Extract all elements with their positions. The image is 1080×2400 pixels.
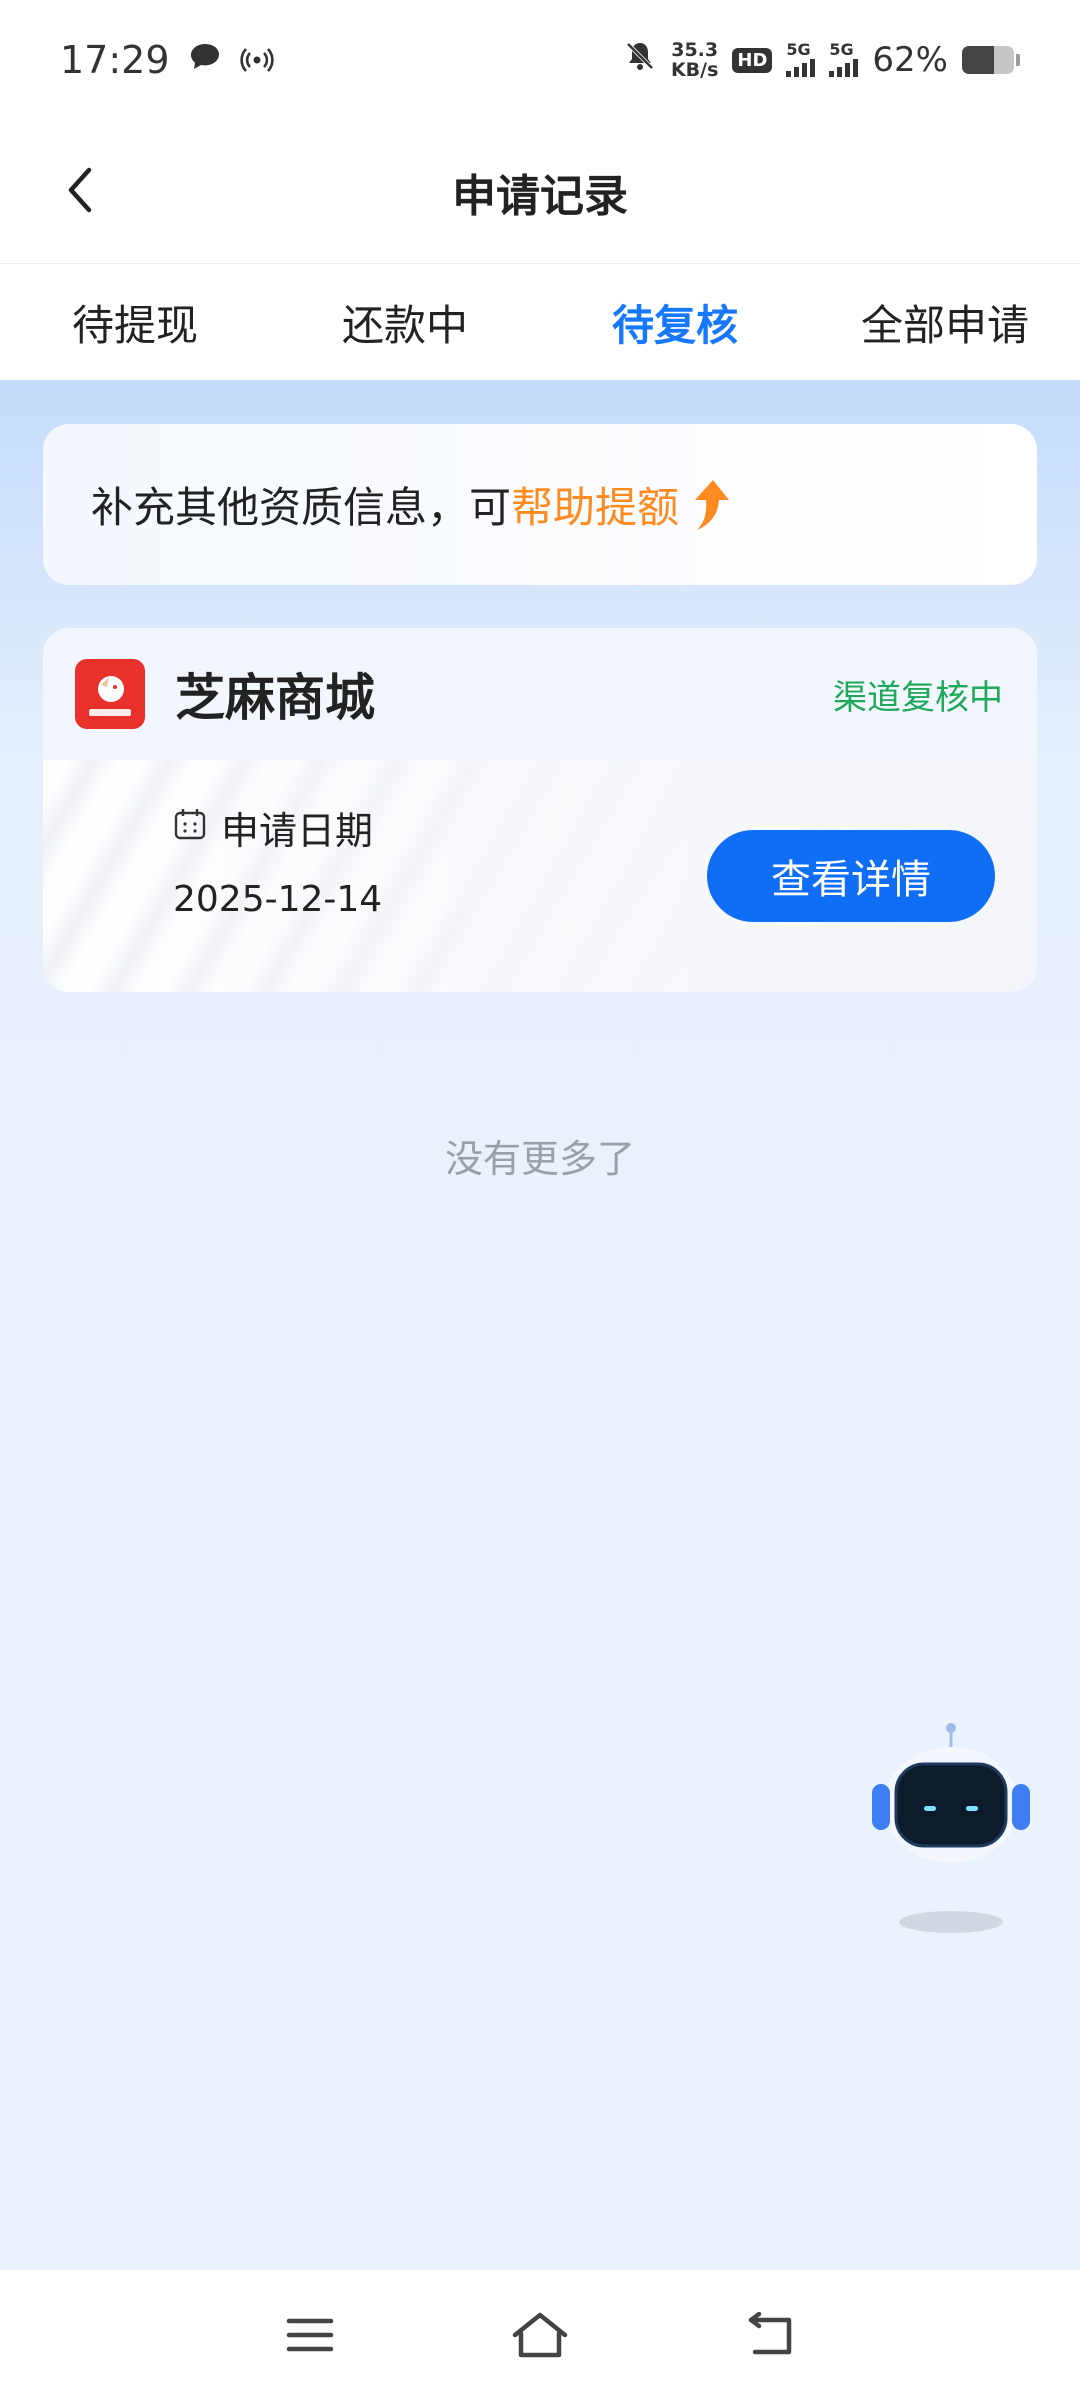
list-end-text: 没有更多了 bbox=[444, 1137, 635, 1181]
robot-assistant-icon[interactable] bbox=[868, 1720, 1034, 1940]
battery-percent: 62% bbox=[872, 40, 948, 80]
date-label: 申请日期 bbox=[221, 809, 374, 853]
signal-bars-icon bbox=[786, 57, 816, 77]
system-nav-bar bbox=[0, 2270, 1080, 2400]
signal-bars-icon bbox=[829, 57, 859, 77]
back-icon[interactable] bbox=[735, 2300, 805, 2370]
chevron-left-icon bbox=[65, 166, 95, 218]
battery-icon bbox=[962, 46, 1014, 74]
signal-sim1: 5G bbox=[786, 40, 816, 77]
menu-icon[interactable] bbox=[275, 2300, 345, 2370]
bell-off-icon bbox=[623, 39, 657, 82]
promo-banner[interactable]: 补充其他资质信息，可 帮助提额 bbox=[43, 424, 1037, 585]
date-label-row: 申请日期 bbox=[173, 800, 382, 855]
app-name: 芝麻商城 bbox=[175, 669, 375, 727]
battery-cap bbox=[1016, 54, 1020, 66]
date-block: 申请日期 2025-12-14 bbox=[173, 800, 382, 920]
tab-pending-review[interactable]: 待复核 bbox=[540, 292, 810, 353]
view-details-button[interactable]: 查看详情 bbox=[707, 830, 995, 922]
message-icon bbox=[188, 38, 222, 82]
status-time: 17:29 bbox=[60, 38, 170, 82]
tab-bar: 待提现 还款中 待复核 全部申请 bbox=[0, 264, 1080, 380]
hotspot-icon bbox=[239, 38, 274, 82]
home-icon[interactable] bbox=[505, 2300, 575, 2370]
content-area: 补充其他资质信息，可 帮助提额 芝麻商城 渠道复核中 申请日期 2025-12-… bbox=[0, 380, 1080, 2270]
tab-all-applications[interactable]: 全部申请 bbox=[810, 292, 1080, 353]
page-title: 申请记录 bbox=[452, 170, 628, 222]
promo-text: 补充其他资质信息，可 bbox=[91, 483, 512, 532]
hd-label: HD bbox=[737, 49, 768, 71]
application-card-body: 申请日期 2025-12-14 查看详情 bbox=[43, 760, 1037, 992]
promo-highlight: 帮助提额 bbox=[511, 483, 680, 532]
application-card[interactable]: 芝麻商城 渠道复核中 申请日期 2025-12-14 查看详情 bbox=[43, 628, 1037, 992]
calendar-icon bbox=[173, 806, 207, 850]
status-left: 17:29 bbox=[60, 38, 274, 82]
tab-repaying[interactable]: 还款中 bbox=[270, 292, 540, 353]
date-value: 2025-12-14 bbox=[173, 879, 383, 920]
app-logo-icon bbox=[75, 659, 145, 729]
signal-sim1-label: 5G bbox=[786, 40, 811, 59]
tab-pending-withdraw[interactable]: 待提现 bbox=[0, 292, 270, 353]
signal-sim2-label: 5G bbox=[829, 40, 854, 59]
back-button[interactable] bbox=[50, 160, 110, 224]
status-badge: 渠道复核中 bbox=[833, 677, 1003, 718]
status-bar: 17:29 35.3 KB/s HD 5G 5G 62% bbox=[0, 0, 1080, 120]
battery-fill bbox=[962, 46, 995, 74]
status-right: 35.3 KB/s HD 5G 5G 62% bbox=[623, 39, 1020, 82]
application-card-header: 芝麻商城 渠道复核中 bbox=[43, 628, 1037, 760]
network-speed-value: 35.3 bbox=[671, 39, 719, 61]
page-header: 申请记录 bbox=[0, 120, 1080, 264]
signal-sim2: 5G bbox=[829, 40, 859, 77]
hd-icon: HD bbox=[732, 47, 773, 73]
network-speed-unit: KB/s bbox=[670, 59, 719, 81]
arrow-up-icon bbox=[691, 478, 731, 532]
network-speed: 35.3 KB/s bbox=[671, 40, 718, 80]
